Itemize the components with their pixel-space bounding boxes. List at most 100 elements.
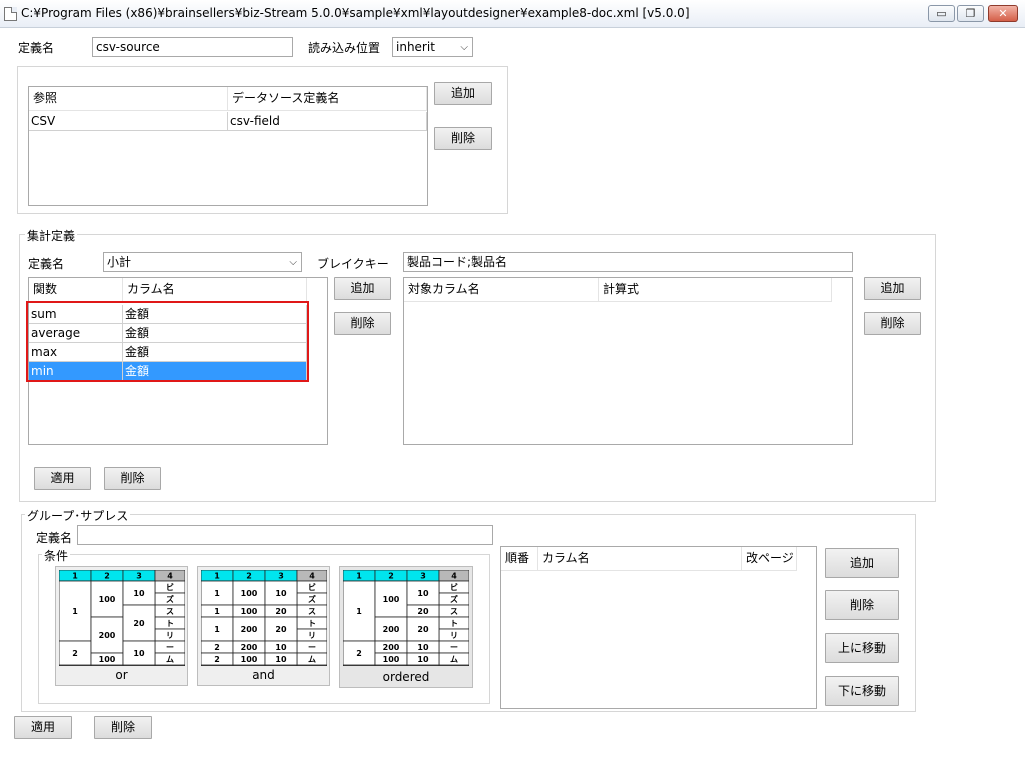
reference-delete-button[interactable]: 削除 — [434, 127, 492, 150]
diagram-value-label: 2 — [214, 655, 220, 664]
diagram-header-label: 2 — [104, 572, 110, 581]
close-button[interactable]: ✕ — [988, 5, 1018, 22]
diagram-side-label: ー — [308, 643, 316, 652]
target-add-button[interactable]: 追加 — [864, 277, 921, 300]
diagram-value-label: 2 — [356, 649, 362, 658]
column-header[interactable]: データソース定義名 — [228, 87, 427, 111]
footer-apply-button[interactable]: 適用 — [14, 716, 72, 739]
column-header[interactable]: 関数 — [29, 278, 123, 302]
diagram-value-label: 200 — [99, 631, 116, 640]
footer-delete-button[interactable]: 削除 — [94, 716, 152, 739]
order-delete-button[interactable]: 削除 — [825, 590, 899, 620]
diagram-header-label: 1 — [72, 572, 78, 581]
order-add-button[interactable]: 追加 — [825, 548, 899, 578]
condition-caption: ordered — [382, 670, 430, 684]
diagram-value-label: 2 — [72, 649, 78, 658]
diagram-header-label: 1 — [356, 572, 362, 581]
condition-and[interactable]: 1 2 3 4 ビズストリーム 1 1 1 2 2 100 100 200 200 100 10 20 20 10 1… — [197, 566, 330, 686]
function-delete-button[interactable]: 削除 — [334, 312, 391, 335]
diagram-value-label: 10 — [275, 655, 287, 664]
diagram-side-label: ス — [166, 607, 174, 616]
diagram-value-label: 20 — [417, 607, 429, 616]
diagram-side-label: リ — [450, 631, 458, 640]
condition-or[interactable]: 1 2 3 4 ビズストリーム 1 2 100 200 100 10 20 10 or — [55, 566, 188, 686]
break-key-field[interactable]: 製品コード;製品名 — [403, 252, 853, 272]
diagram-value-label: 10 — [417, 655, 429, 664]
reference-table[interactable]: 参照 データソース定義名 CSV csv-field — [28, 86, 428, 206]
diagram-value-label: 10 — [417, 643, 429, 652]
group-suppress-legend: グループ･サプレス — [25, 507, 131, 524]
diagram-value-label: 100 — [383, 595, 400, 604]
order-table[interactable]: 順番 カラム名 改ページ — [500, 546, 817, 709]
diagram-value-label: 100 — [241, 655, 258, 664]
diagram-header-label: 1 — [214, 572, 220, 581]
aggregation-name-select[interactable]: 小計 ⌵ — [103, 252, 302, 272]
target-delete-button[interactable]: 削除 — [864, 312, 921, 335]
diagram-value-label: 1 — [214, 607, 220, 616]
diagram-side-label: ビ — [450, 582, 458, 592]
source-name-field[interactable]: csv-source — [92, 37, 293, 57]
reference-add-button[interactable]: 追加 — [434, 82, 492, 105]
read-position-label: 読み込み位置 — [308, 41, 381, 55]
diagram-value-label: 1 — [356, 607, 362, 616]
restore-button[interactable]: ❐ — [957, 5, 984, 22]
diagram-value-label: 10 — [275, 643, 287, 652]
diagram-value-label: 200 — [383, 625, 400, 634]
column-header[interactable]: 順番 — [501, 547, 538, 571]
diagram-header-label: 3 — [136, 572, 142, 581]
column-header[interactable]: カラム名 — [538, 547, 742, 571]
diagram-value-label: 200 — [241, 643, 258, 652]
column-header[interactable]: 改ページ — [742, 547, 797, 571]
diagram-value-label: 10 — [275, 589, 287, 598]
condition-ordered[interactable]: 1 2 3 4 ビズストリーム 1 2 100 200 200 100 10 20 20 10 10 order… — [339, 566, 473, 688]
column-header[interactable]: 対象カラム名 — [404, 278, 599, 302]
diagram-side-label: ズ — [308, 594, 316, 604]
chevron-down-icon: ⌵ — [289, 257, 297, 268]
condition-and-diagram: 1 2 3 4ビズストリーム 1 1 1 2 2 100 100 200 200 100 10 20 20 10 1… — [201, 570, 327, 666]
column-header[interactable]: カラム名 — [123, 278, 307, 302]
table-cell[interactable]: CSV — [29, 112, 228, 131]
diagram-value-label: 10 — [133, 589, 145, 598]
diagram-side-label: ム — [308, 655, 316, 664]
group-suppress-name-field[interactable] — [77, 525, 493, 545]
condition-ordered-diagram: 1 2 3 4ビズストリーム 1 2 100 200 200 100 10 20 20 10 10 — [343, 570, 469, 666]
aggregation-name-label: 定義名 — [28, 257, 65, 271]
chevron-down-icon: ⌵ — [460, 42, 468, 53]
read-position-value: inherit — [396, 40, 435, 54]
read-position-select[interactable]: inherit ⌵ — [392, 37, 473, 57]
table-cell[interactable]: csv-field — [228, 112, 427, 131]
column-header[interactable]: 計算式 — [599, 278, 832, 302]
move-up-button[interactable]: 上に移動 — [825, 633, 899, 663]
aggregation-apply-button[interactable]: 適用 — [34, 467, 91, 490]
function-add-button[interactable]: 追加 — [334, 277, 391, 300]
diagram-header-label: 4 — [309, 572, 315, 581]
diagram-side-label: リ — [166, 631, 174, 640]
document-icon — [4, 7, 17, 21]
diagram-side-label: ー — [450, 643, 458, 652]
condition-legend: 条件 — [42, 547, 71, 564]
diagram-side-label: ズ — [166, 594, 174, 604]
aggregation-legend: 集計定義 — [25, 227, 78, 244]
diagram-value-label: 1 — [214, 589, 220, 598]
diagram-header-label: 3 — [420, 572, 426, 581]
aggregation-name-value: 小計 — [107, 255, 132, 269]
group-suppress-name-label: 定義名 — [36, 531, 73, 545]
diagram-value-label: 10 — [417, 589, 429, 598]
break-key-label: ブレイクキー — [317, 257, 389, 271]
diagram-side-label: ト — [450, 619, 458, 628]
diagram-side-label: ビ — [308, 582, 316, 592]
diagram-value-label: 100 — [99, 595, 116, 604]
minimize-button[interactable]: ▭ — [928, 5, 955, 22]
diagram-side-label: ス — [450, 607, 458, 616]
move-down-button[interactable]: 下に移動 — [825, 676, 899, 706]
diagram-value-label: 20 — [417, 625, 429, 634]
diagram-header-label: 2 — [388, 572, 394, 581]
aggregation-delete-button[interactable]: 削除 — [104, 467, 161, 490]
diagram-value-label: 200 — [241, 625, 258, 634]
diagram-side-label: ム — [166, 655, 174, 664]
window-title: C:¥Program Files (x86)¥brainsellers¥biz-… — [21, 6, 690, 20]
diagram-header-label: 2 — [246, 572, 252, 581]
diagram-value-label: 20 — [275, 625, 287, 634]
target-column-table[interactable]: 対象カラム名 計算式 — [403, 277, 853, 445]
column-header[interactable]: 参照 — [29, 87, 228, 111]
